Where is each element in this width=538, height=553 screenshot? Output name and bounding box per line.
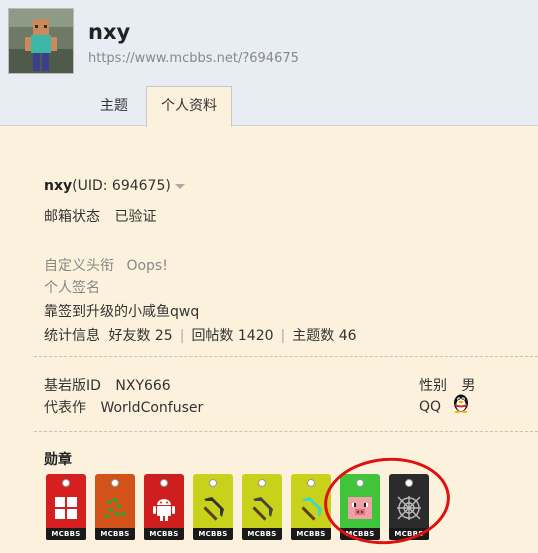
stats-friends[interactable]: 好友数 25 [108, 328, 172, 344]
custom-title-label: 自定义头衔 [44, 258, 114, 274]
bedrock-id-line: 基岩版ID NXY666 [44, 375, 171, 395]
medals-label: 勋章 [44, 452, 72, 468]
medal-band-label: MCBBS [291, 528, 331, 540]
bedrock-id-label: 基岩版ID [44, 378, 101, 394]
divider [34, 431, 538, 432]
medal-pickaxe[interactable]: MCBBS [193, 474, 233, 540]
user-uid: (UID: 694675) [72, 178, 171, 194]
separator: | [280, 328, 286, 344]
works-value: WorldConfuser [100, 400, 204, 416]
android-icon [153, 499, 175, 521]
user-id-line: nxy(UID: 694675) [44, 178, 185, 194]
gender-value: 男 [461, 378, 476, 394]
custom-title-line: 自定义头衔 Oops! [44, 255, 168, 275]
email-status-value: 已验证 [114, 209, 157, 225]
pickaxe-icon [203, 497, 224, 521]
user-name: nxy [44, 178, 73, 194]
medal-band-label: MCBBS [95, 528, 135, 540]
leaf-icon [105, 498, 125, 518]
medal-band-label: MCBBS [144, 528, 184, 540]
medal-leaf[interactable]: MCBBS [95, 474, 135, 540]
gender-label: 性别 [419, 378, 447, 394]
profile-username: nxy [88, 20, 131, 44]
windows-icon [55, 497, 77, 519]
medal-windows[interactable]: MCBBS [46, 474, 86, 540]
medal-band-label: MCBBS [193, 528, 233, 540]
medal-android[interactable]: MCBBS [144, 474, 184, 540]
medal-band-label: MCBBS [46, 528, 86, 540]
medal-pickaxe-2[interactable]: MCBBS [242, 474, 282, 540]
avatar[interactable] [8, 8, 74, 74]
profile-url[interactable]: https://www.mcbbs.net/?694675 [88, 51, 299, 66]
custom-title-value: Oops! [126, 258, 168, 274]
avatar-image [9, 9, 73, 73]
bedrock-id-value: NXY666 [115, 378, 171, 394]
stats-replies[interactable]: 回帖数 1420 [191, 328, 273, 344]
medal-band-label: MCBBS [242, 528, 282, 540]
gender-line: 性别 男 [419, 375, 475, 395]
stats-label: 统计信息 [44, 328, 100, 344]
diamond-pickaxe-icon [301, 497, 322, 521]
divider [34, 356, 538, 357]
email-status-line: 邮箱状态 已验证 [44, 206, 156, 226]
tab-profile[interactable]: 个人资料 [146, 86, 232, 127]
tab-topics[interactable]: 主题 [86, 87, 142, 125]
email-status-label: 邮箱状态 [44, 209, 100, 225]
qq-label: QQ [419, 399, 442, 415]
works-label: 代表作 [44, 400, 86, 416]
stats-line: 统计信息 好友数 25 | 回帖数 1420 | 主题数 46 [44, 325, 357, 345]
stats-topics[interactable]: 主题数 46 [292, 328, 356, 344]
signature-label: 个人签名 [44, 280, 100, 296]
qq-penguin-icon[interactable] [452, 393, 470, 413]
pickaxe-icon [252, 497, 273, 521]
chevron-down-icon[interactable] [174, 183, 185, 189]
signature-value: 靠签到升级的小咸鱼qwq [44, 304, 200, 320]
separator: | [179, 328, 185, 344]
works-line: 代表作 WorldConfuser [44, 397, 203, 417]
profile-header: nxy https://www.mcbbs.net/?694675 主题 个人资… [0, 0, 538, 127]
